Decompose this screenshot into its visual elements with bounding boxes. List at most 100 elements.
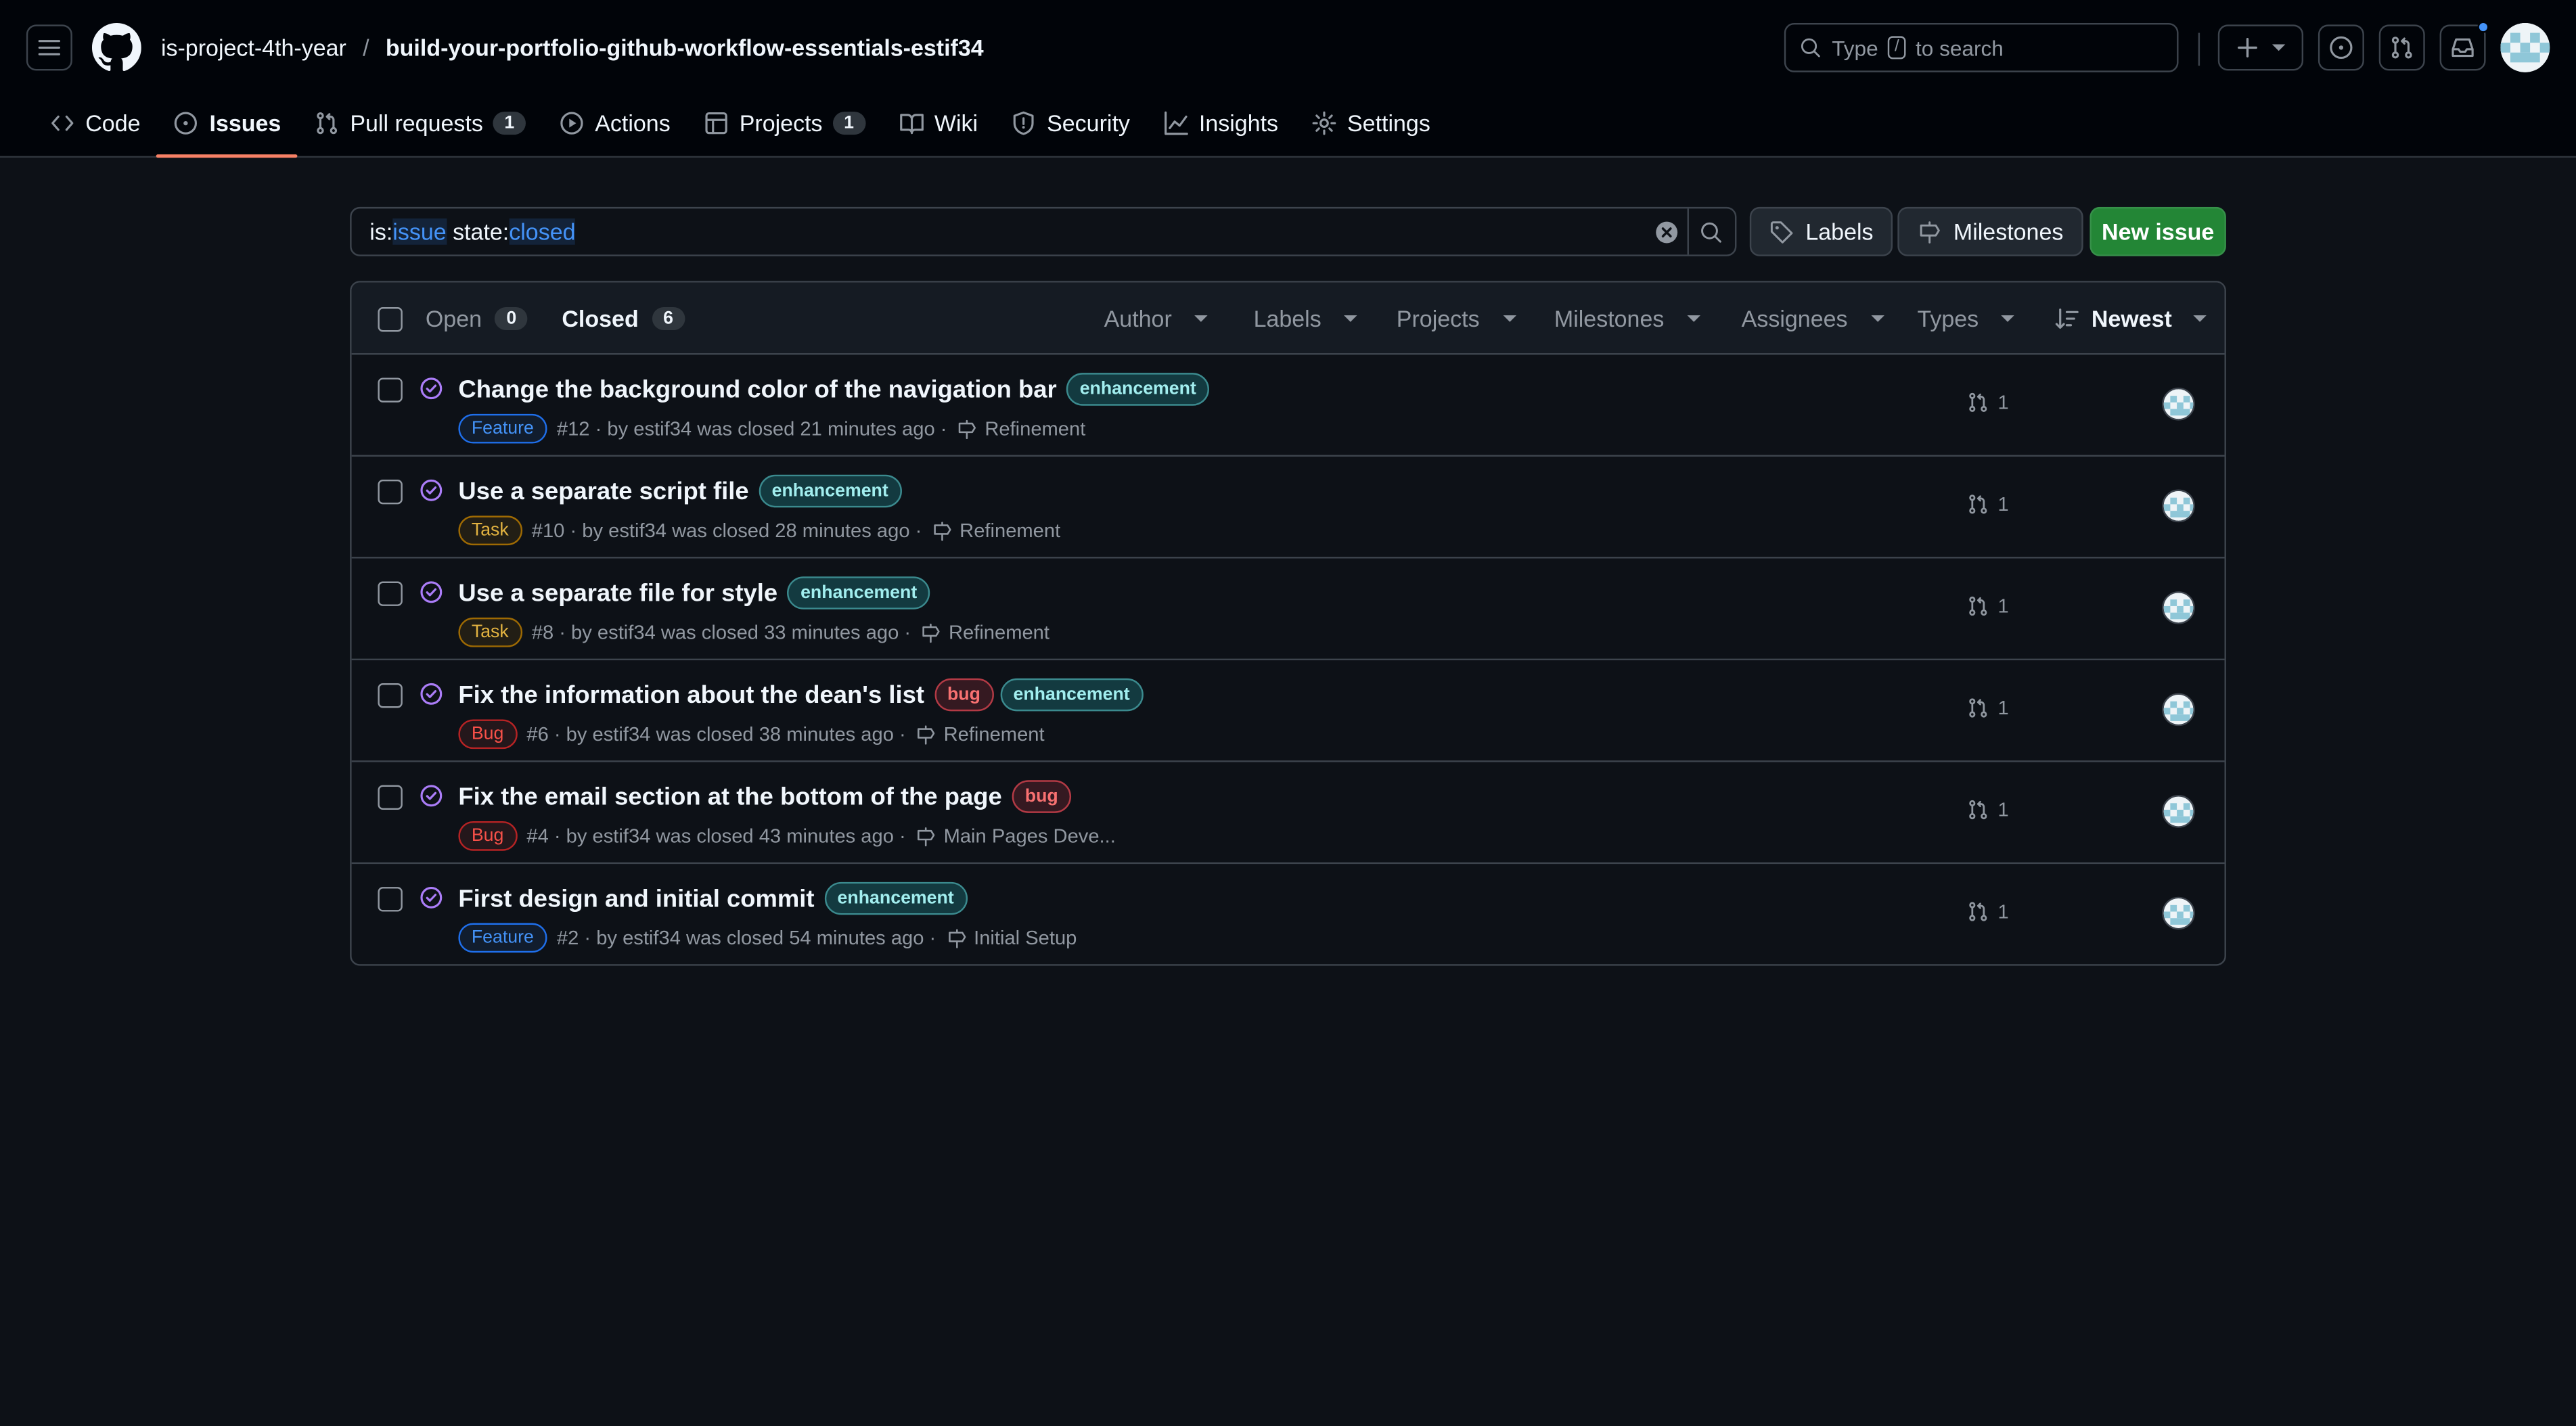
issue-meta-text: #2 · by estif34 was closed 54 minutes ag… — [556, 926, 936, 950]
tab-wiki-label: Wiki — [934, 110, 978, 137]
assignee-avatar[interactable] — [2162, 489, 2195, 523]
assignee-avatar[interactable] — [2162, 388, 2195, 421]
tab-security[interactable]: Security — [994, 99, 1146, 148]
milestone-icon — [918, 724, 936, 744]
issue-closed-icon — [419, 783, 443, 808]
assignee-avatar[interactable] — [2162, 591, 2195, 624]
breadcrumb-repo[interactable]: build-your-portfolio-github-workflow-ess… — [386, 34, 984, 61]
issue-label-enhancement[interactable]: enhancement — [759, 474, 902, 508]
tab-actions[interactable]: Actions — [543, 99, 687, 148]
types-filter-dropdown[interactable]: Types — [1917, 306, 2015, 331]
assignee-avatar[interactable] — [2162, 693, 2195, 727]
assignee-avatar[interactable] — [2162, 795, 2195, 828]
inbox-button[interactable] — [2439, 21, 2489, 71]
pull-requests-shortcut-button[interactable] — [2378, 24, 2425, 71]
issue-type-badge[interactable]: Bug — [458, 719, 517, 750]
issue-row[interactable]: Fix the information about the dean's lis… — [351, 660, 2225, 762]
tab-code[interactable]: Code — [33, 99, 157, 148]
issue-title[interactable]: Use a separate script file — [458, 477, 748, 505]
assignees-filter-dropdown[interactable]: Assignees — [1742, 306, 1884, 331]
breadcrumb-owner[interactable]: is-project-4th-year — [161, 34, 346, 61]
issue-row[interactable]: Use a separate script file enhancement T… — [351, 457, 2225, 559]
tab-projects[interactable]: Projects 1 — [687, 99, 882, 148]
issue-row[interactable]: First design and initial commit enhancem… — [352, 864, 2225, 964]
issue-checkbox[interactable] — [378, 785, 403, 810]
issue-label-bug[interactable]: bug — [934, 678, 994, 712]
issue-checkbox[interactable] — [378, 377, 403, 402]
tab-wiki[interactable]: Wiki — [882, 99, 994, 148]
search-submit-button[interactable] — [1699, 220, 1723, 244]
linked-pull-requests[interactable]: 1 — [1966, 492, 2009, 515]
issue-title[interactable]: Fix the information about the dean's lis… — [458, 681, 924, 708]
user-avatar[interactable] — [2500, 22, 2550, 72]
issue-milestone[interactable]: Refinement — [916, 722, 1045, 745]
labels-button[interactable]: Labels — [1749, 206, 1893, 256]
issue-row[interactable]: Fix the email section at the bottom of t… — [351, 762, 2225, 865]
issue-row[interactable]: Use a separate file for style enhancemen… — [351, 559, 2225, 661]
projects-filter-dropdown[interactable]: Projects — [1397, 306, 1516, 331]
issue-label-bug[interactable]: bug — [1012, 780, 1072, 813]
milestones-button[interactable]: Milestones — [1897, 206, 2083, 256]
issue-type-badge[interactable]: Task — [458, 617, 522, 647]
tab-settings[interactable]: Settings — [1294, 99, 1447, 148]
sort-dropdown[interactable]: Newest — [2054, 306, 2207, 331]
open-issues-tab[interactable]: Open 0 — [426, 306, 528, 331]
git-pull-request-icon — [1969, 902, 1987, 921]
issues-search-input[interactable]: is: issue state: closed — [350, 206, 1737, 256]
issue-milestone[interactable]: Refinement — [921, 621, 1049, 644]
issue-checkbox[interactable] — [378, 581, 403, 606]
git-pull-request-icon — [1969, 495, 1987, 514]
labels-filter-dropdown[interactable]: Labels — [1254, 306, 1358, 331]
issue-opened-icon — [175, 112, 198, 135]
issue-label-enhancement[interactable]: enhancement — [787, 576, 930, 610]
issue-checkbox[interactable] — [378, 887, 403, 912]
closed-issues-tab[interactable]: Closed 6 — [562, 306, 685, 331]
milestones-filter-dropdown[interactable]: Milestones — [1554, 306, 1700, 331]
issue-milestone[interactable]: Main Pages Deve... — [916, 825, 1116, 848]
tab-issues[interactable]: Issues — [156, 99, 298, 158]
issue-title[interactable]: Fix the email section at the bottom of t… — [458, 783, 1001, 810]
select-all-checkbox[interactable] — [378, 307, 403, 332]
issue-milestone[interactable]: Initial Setup — [946, 926, 1077, 949]
issue-milestone[interactable]: Refinement — [932, 519, 1060, 542]
issue-type-badge[interactable]: Feature — [458, 413, 547, 444]
github-logo[interactable] — [91, 22, 141, 72]
new-issue-button[interactable]: New issue — [2089, 206, 2226, 256]
issue-checkbox[interactable] — [378, 683, 403, 708]
assignee-avatar[interactable] — [2162, 896, 2195, 930]
linked-pull-requests[interactable]: 1 — [1966, 798, 2009, 821]
tab-security-label: Security — [1047, 110, 1130, 137]
issue-label-enhancement[interactable]: enhancement — [1066, 373, 1210, 406]
issues-list-header: Open 0 Closed 6 Author Labels Projects M… — [351, 282, 2225, 355]
global-search-input[interactable]: Type / to search — [1784, 22, 2179, 72]
identicon-avatar — [2163, 389, 2194, 419]
author-filter-dropdown[interactable]: Author — [1104, 306, 1208, 331]
issue-milestone[interactable]: Refinement — [957, 417, 1085, 440]
issue-closed-icon — [419, 580, 443, 604]
issue-title[interactable]: First design and initial commit — [458, 884, 814, 912]
linked-pull-requests[interactable]: 1 — [1966, 595, 2009, 618]
issue-type-badge[interactable]: Task — [458, 515, 522, 546]
issues-shortcut-button[interactable] — [2318, 24, 2364, 71]
issue-title[interactable]: Use a separate file for style — [458, 579, 777, 607]
issue-type-badge[interactable]: Feature — [458, 923, 547, 953]
clear-filter-button[interactable] — [1654, 220, 1679, 244]
tab-insights[interactable]: Insights — [1146, 99, 1294, 148]
issue-label-enhancement[interactable]: enhancement — [1000, 678, 1144, 712]
identicon-avatar — [2163, 695, 2194, 724]
create-new-button[interactable] — [2217, 24, 2304, 71]
menu-button[interactable] — [26, 24, 72, 71]
linked-pull-requests[interactable]: 1 — [1966, 900, 2009, 923]
issue-label-enhancement[interactable]: enhancement — [824, 881, 968, 915]
linked-pr-count: 1 — [1997, 900, 2009, 923]
identicon-avatar — [2163, 593, 2194, 623]
issue-type-badge[interactable]: Bug — [458, 821, 517, 851]
linked-pull-requests[interactable]: 1 — [1966, 696, 2009, 719]
issue-meta: Task #8 · by estif34 was closed 33 minut… — [458, 617, 1049, 647]
tab-pull-requests[interactable]: Pull requests 1 — [298, 99, 543, 148]
issue-title[interactable]: Change the background color of the navig… — [458, 375, 1056, 403]
issue-row[interactable]: Change the background color of the navig… — [351, 354, 2225, 457]
issue-checkbox[interactable] — [378, 479, 403, 505]
linked-pull-requests[interactable]: 1 — [1966, 391, 2009, 414]
issue-meta-text: #12 · by estif34 was closed 21 minutes a… — [556, 417, 947, 440]
